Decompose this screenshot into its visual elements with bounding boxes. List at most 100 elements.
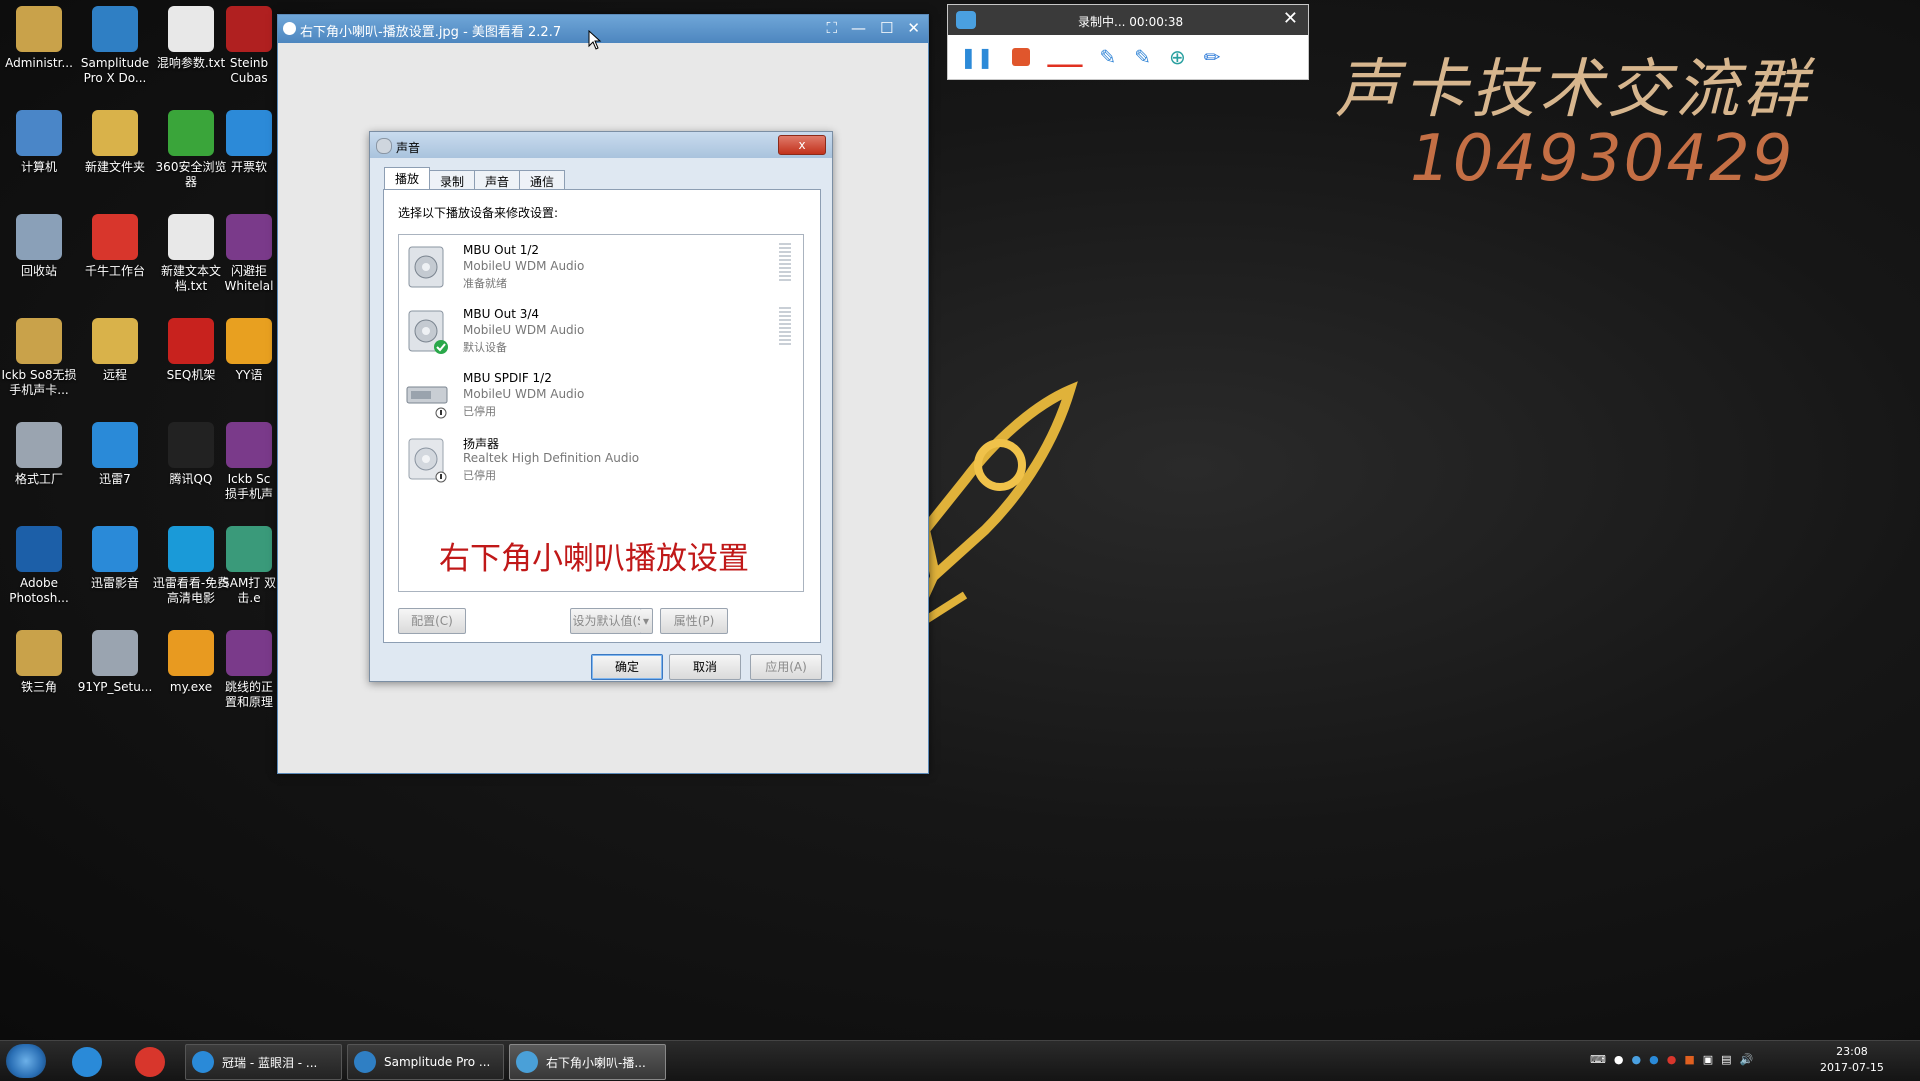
desktop-icon[interactable]: Ickb So8无损手机声卡...: [0, 318, 78, 398]
desktop-icon[interactable]: Adobe Photosh...: [0, 526, 78, 606]
device-driver: MobileU WDM Audio: [463, 259, 585, 273]
desktop-icon[interactable]: 跳线的正 置和原理: [220, 630, 278, 710]
maximize-icon[interactable]: ☐: [880, 19, 893, 37]
fullscreen-icon[interactable]: ⛶: [826, 19, 837, 37]
apply-button[interactable]: 应用(A): [750, 654, 822, 680]
network-icon[interactable]: ▤: [1721, 1053, 1731, 1066]
desktop-icon[interactable]: 远程: [76, 318, 154, 383]
volume-icon[interactable]: 🔊: [1740, 1053, 1754, 1066]
desktop-icon-label: 迅雷7: [99, 472, 131, 486]
chevron-down-icon[interactable]: ▾: [640, 608, 653, 634]
stop-icon[interactable]: [1011, 48, 1030, 66]
viewer-app-icon: [283, 22, 296, 35]
device-list: MBU Out 1/2 MobileU WDM Audio 准备就绪 MBU O…: [398, 234, 804, 592]
desktop-icon[interactable]: Steinb Cubas: [220, 6, 278, 86]
device-name: MBU Out 1/2: [463, 243, 540, 257]
ok-button[interactable]: 确定: [591, 654, 663, 680]
volume-meter: [779, 243, 791, 281]
viewer-titlebar[interactable]: 右下角小喇叭-播放设置.jpg - 美图看看 2.2.7 ⛶ — ☐ ✕: [278, 15, 928, 43]
pen-tool-2-icon[interactable]: ✎: [1134, 45, 1151, 69]
keyboard-icon[interactable]: ⌨: [1590, 1053, 1606, 1066]
start-button[interactable]: [6, 1044, 46, 1078]
desktop-icon[interactable]: 新建文件夹: [76, 110, 154, 175]
properties-button[interactable]: 属性(P): [660, 608, 728, 634]
taskbar-app-viewer[interactable]: 右下角小喇叭-播...: [509, 1044, 666, 1080]
desktop-icon-label: 开票软: [230, 160, 267, 174]
desktop-icon-label: Ickb Sc 损手机声: [224, 472, 273, 501]
desktop-icon[interactable]: Samplitude Pro X Do...: [76, 6, 154, 86]
desktop-icon[interactable]: 计算机: [0, 110, 78, 175]
archive-icon: [226, 422, 272, 468]
desktop-icon[interactable]: my.exe: [152, 630, 230, 695]
volume-meter: [779, 307, 791, 345]
desktop-icon[interactable]: 格式工厂: [0, 422, 78, 487]
desktop-icon[interactable]: 千牛工作台: [76, 214, 154, 279]
recycle-bin-icon: [16, 214, 62, 260]
cancel-button[interactable]: 取消: [669, 654, 741, 680]
device-item[interactable]: MBU Out 1/2 MobileU WDM Audio 准备就绪: [399, 237, 803, 301]
device-driver: Realtek High Definition Audio: [463, 451, 640, 465]
taskbar-app-samplitude[interactable]: Samplitude Pro ...: [347, 1044, 504, 1080]
desktop-icon-label: 回收站: [20, 264, 57, 278]
desktop-icon[interactable]: 混响参数.txt: [152, 6, 230, 71]
desktop-icon-label: 迅雷影音: [90, 576, 139, 590]
device-driver: MobileU WDM Audio: [463, 323, 585, 337]
device-item[interactable]: MBU Out 3/4 MobileU WDM Audio 默认设备: [399, 301, 803, 365]
device-item[interactable]: 扬声器 Realtek High Definition Audio 已停用: [399, 429, 803, 493]
close-icon[interactable]: ✕: [1283, 8, 1298, 29]
panel-hint: 选择以下播放设备来修改设置:: [398, 206, 559, 220]
desktop-icon[interactable]: Administr...: [0, 6, 78, 71]
desktop-icon[interactable]: 铁三角: [0, 630, 78, 695]
desktop-icon-label: YY语: [235, 368, 263, 382]
desktop-icon[interactable]: 回收站: [0, 214, 78, 279]
desktop-icon-label: 闪避拒 Whitelal: [224, 264, 274, 293]
desktop-icon[interactable]: 91YP_Setu...: [76, 630, 154, 695]
marker-icon[interactable]: ✏: [1204, 45, 1221, 69]
zoom-icon[interactable]: ⊕: [1169, 45, 1186, 69]
xunlei-icon[interactable]: [72, 1047, 102, 1077]
close-button[interactable]: x: [778, 135, 826, 155]
format-factory-icon: [16, 422, 62, 468]
folder-user-icon: [16, 630, 62, 676]
app-icon[interactable]: ■: [1684, 1053, 1694, 1066]
desktop-icon[interactable]: 迅雷看看-免费高清电影: [152, 526, 230, 606]
clock[interactable]: 23:08 2017-07-15: [1820, 1044, 1884, 1076]
desktop-icon[interactable]: 开票软: [220, 110, 278, 175]
caption-overlay: 右下角小喇叭播放设置: [439, 541, 749, 577]
qianniu-icon[interactable]: [135, 1047, 165, 1077]
taskbar-app-kugou[interactable]: 冠瑞 - 蓝眼泪 - ...: [185, 1044, 342, 1080]
desktop-icon[interactable]: 迅雷7: [76, 422, 154, 487]
safe-icon[interactable]: ▣: [1703, 1053, 1713, 1066]
desktop-icon[interactable]: Ickb Sc 损手机声: [220, 422, 278, 502]
close-icon[interactable]: ✕: [907, 19, 920, 37]
desktop-icon-label: 迅雷看看-免费高清电影: [152, 576, 230, 605]
desktop-icon-label: my.exe: [169, 680, 213, 694]
pen-tool-icon[interactable]: ✎: [1099, 45, 1116, 69]
archive-icon: [226, 630, 272, 676]
screen-recorder-bar: 录制中... 00:00:38 ✕ ❚❚ ▁▁▁ ✎ ✎ ⊕ ✏: [947, 4, 1309, 80]
desktop-icon-label: 混响参数.txt: [156, 56, 226, 70]
device-item[interactable]: MBU SPDIF 1/2 MobileU WDM Audio 已停用: [399, 365, 803, 429]
qq-icon[interactable]: ●: [1614, 1053, 1624, 1066]
minimize-icon[interactable]: —: [851, 19, 866, 37]
recorder-status: 录制中... 00:00:38: [1078, 15, 1184, 29]
desktop-icon-label: Administr...: [5, 56, 73, 70]
sound-dialog: 声音 x 播放 录制 声音 通信 选择以下播放设备来修改设置: MBU Out …: [369, 131, 833, 682]
speaker-icon: [376, 138, 392, 154]
desktop-icon[interactable]: 360安全浏览器: [152, 110, 230, 190]
desktop-icon[interactable]: 闪避拒 Whitelal: [220, 214, 278, 294]
desktop-icon[interactable]: YY语: [220, 318, 278, 383]
360-icon[interactable]: ●: [1667, 1053, 1677, 1066]
desktop-icon[interactable]: 迅雷影音: [76, 526, 154, 591]
desktop-icon-label: Ickb So8无损手机声卡...: [1, 368, 77, 397]
camera-icon[interactable]: ●: [1632, 1053, 1642, 1066]
dashes-icon[interactable]: ▁▁▁: [1048, 48, 1083, 67]
desktop-icon[interactable]: 新建文本文档.txt: [152, 214, 230, 294]
pause-icon[interactable]: ❚❚: [960, 45, 994, 69]
desktop-icon[interactable]: SEQ机架: [152, 318, 230, 383]
desktop-icon[interactable]: SAM打 双击.e: [220, 526, 278, 606]
kugou-icon[interactable]: ●: [1649, 1053, 1659, 1066]
device-status: 已停用: [463, 405, 496, 418]
desktop-icon[interactable]: 腾讯QQ: [152, 422, 230, 487]
configure-button[interactable]: 配置(C): [398, 608, 466, 634]
